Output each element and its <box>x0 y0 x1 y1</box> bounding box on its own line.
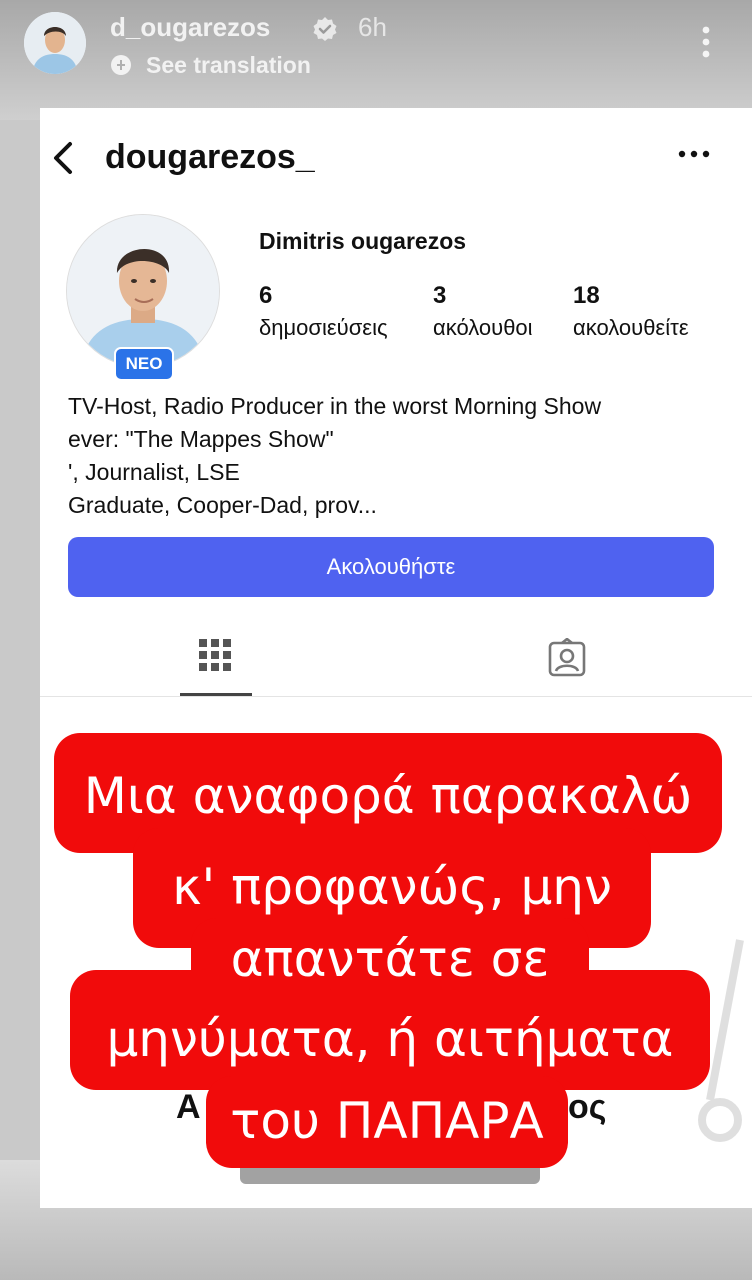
tabs-divider <box>40 696 752 697</box>
story-avatar[interactable] <box>24 12 86 74</box>
new-badge: NEO <box>114 347 174 381</box>
more-options-icon[interactable] <box>694 22 718 62</box>
profile-more-icon <box>678 150 710 158</box>
followers-label: ακόλουθοι <box>433 315 533 340</box>
bio-line: ', Journalist, LSE <box>68 459 240 485</box>
translate-icon <box>111 55 131 75</box>
story-viewer: d_ougarezos 6h See translation dougarezo… <box>0 0 752 1280</box>
profile-full-name: Dimitris ougarezos <box>259 228 467 254</box>
profile-bio: TV-Host, Radio Producer in the worst Mor… <box>68 390 708 522</box>
tagged-icon <box>548 638 586 677</box>
caption-line: μηνύματα, ή αιτήματα <box>106 1010 674 1068</box>
following-count: 18 <box>573 282 600 309</box>
follow-button: Ακολουθήστε <box>68 537 714 597</box>
story-username[interactable]: d_ougarezos <box>110 12 270 43</box>
bio-line: TV-Host, Radio Producer in the worst Mor… <box>68 393 602 419</box>
bio-line: Graduate, Cooper-Dad, prov... <box>68 492 377 518</box>
following-label: ακολουθείτε <box>573 315 689 340</box>
caption-line: του ΠΑΠΑΡΑ <box>230 1092 544 1150</box>
caption-line: Μια αναφορά παρακαλώ <box>83 767 693 825</box>
verified-icon <box>313 17 337 41</box>
covered-text-right: ος <box>568 1088 607 1126</box>
covered-text-left: Α <box>176 1088 201 1126</box>
story-header: d_ougarezos 6h See translation <box>0 0 752 100</box>
caption-line: κ' προφανώς, μην <box>172 858 612 916</box>
bio-line: ever: "The Mappes Show" <box>68 426 334 452</box>
posts-label: δημοσιεύσεις <box>259 315 388 340</box>
grid-icon <box>199 639 231 671</box>
profile-picture <box>66 214 220 368</box>
followers-count: 3 <box>433 282 447 309</box>
story-time: 6h <box>358 12 387 42</box>
profile-username: dougarezos_ <box>105 138 315 176</box>
see-translation-button[interactable]: See translation <box>110 50 311 80</box>
posts-count: 6 <box>259 282 273 309</box>
see-translation-label: See translation <box>146 51 311 78</box>
back-arrow-icon <box>54 142 72 174</box>
caption-line: απαντάτε σε <box>230 930 550 988</box>
